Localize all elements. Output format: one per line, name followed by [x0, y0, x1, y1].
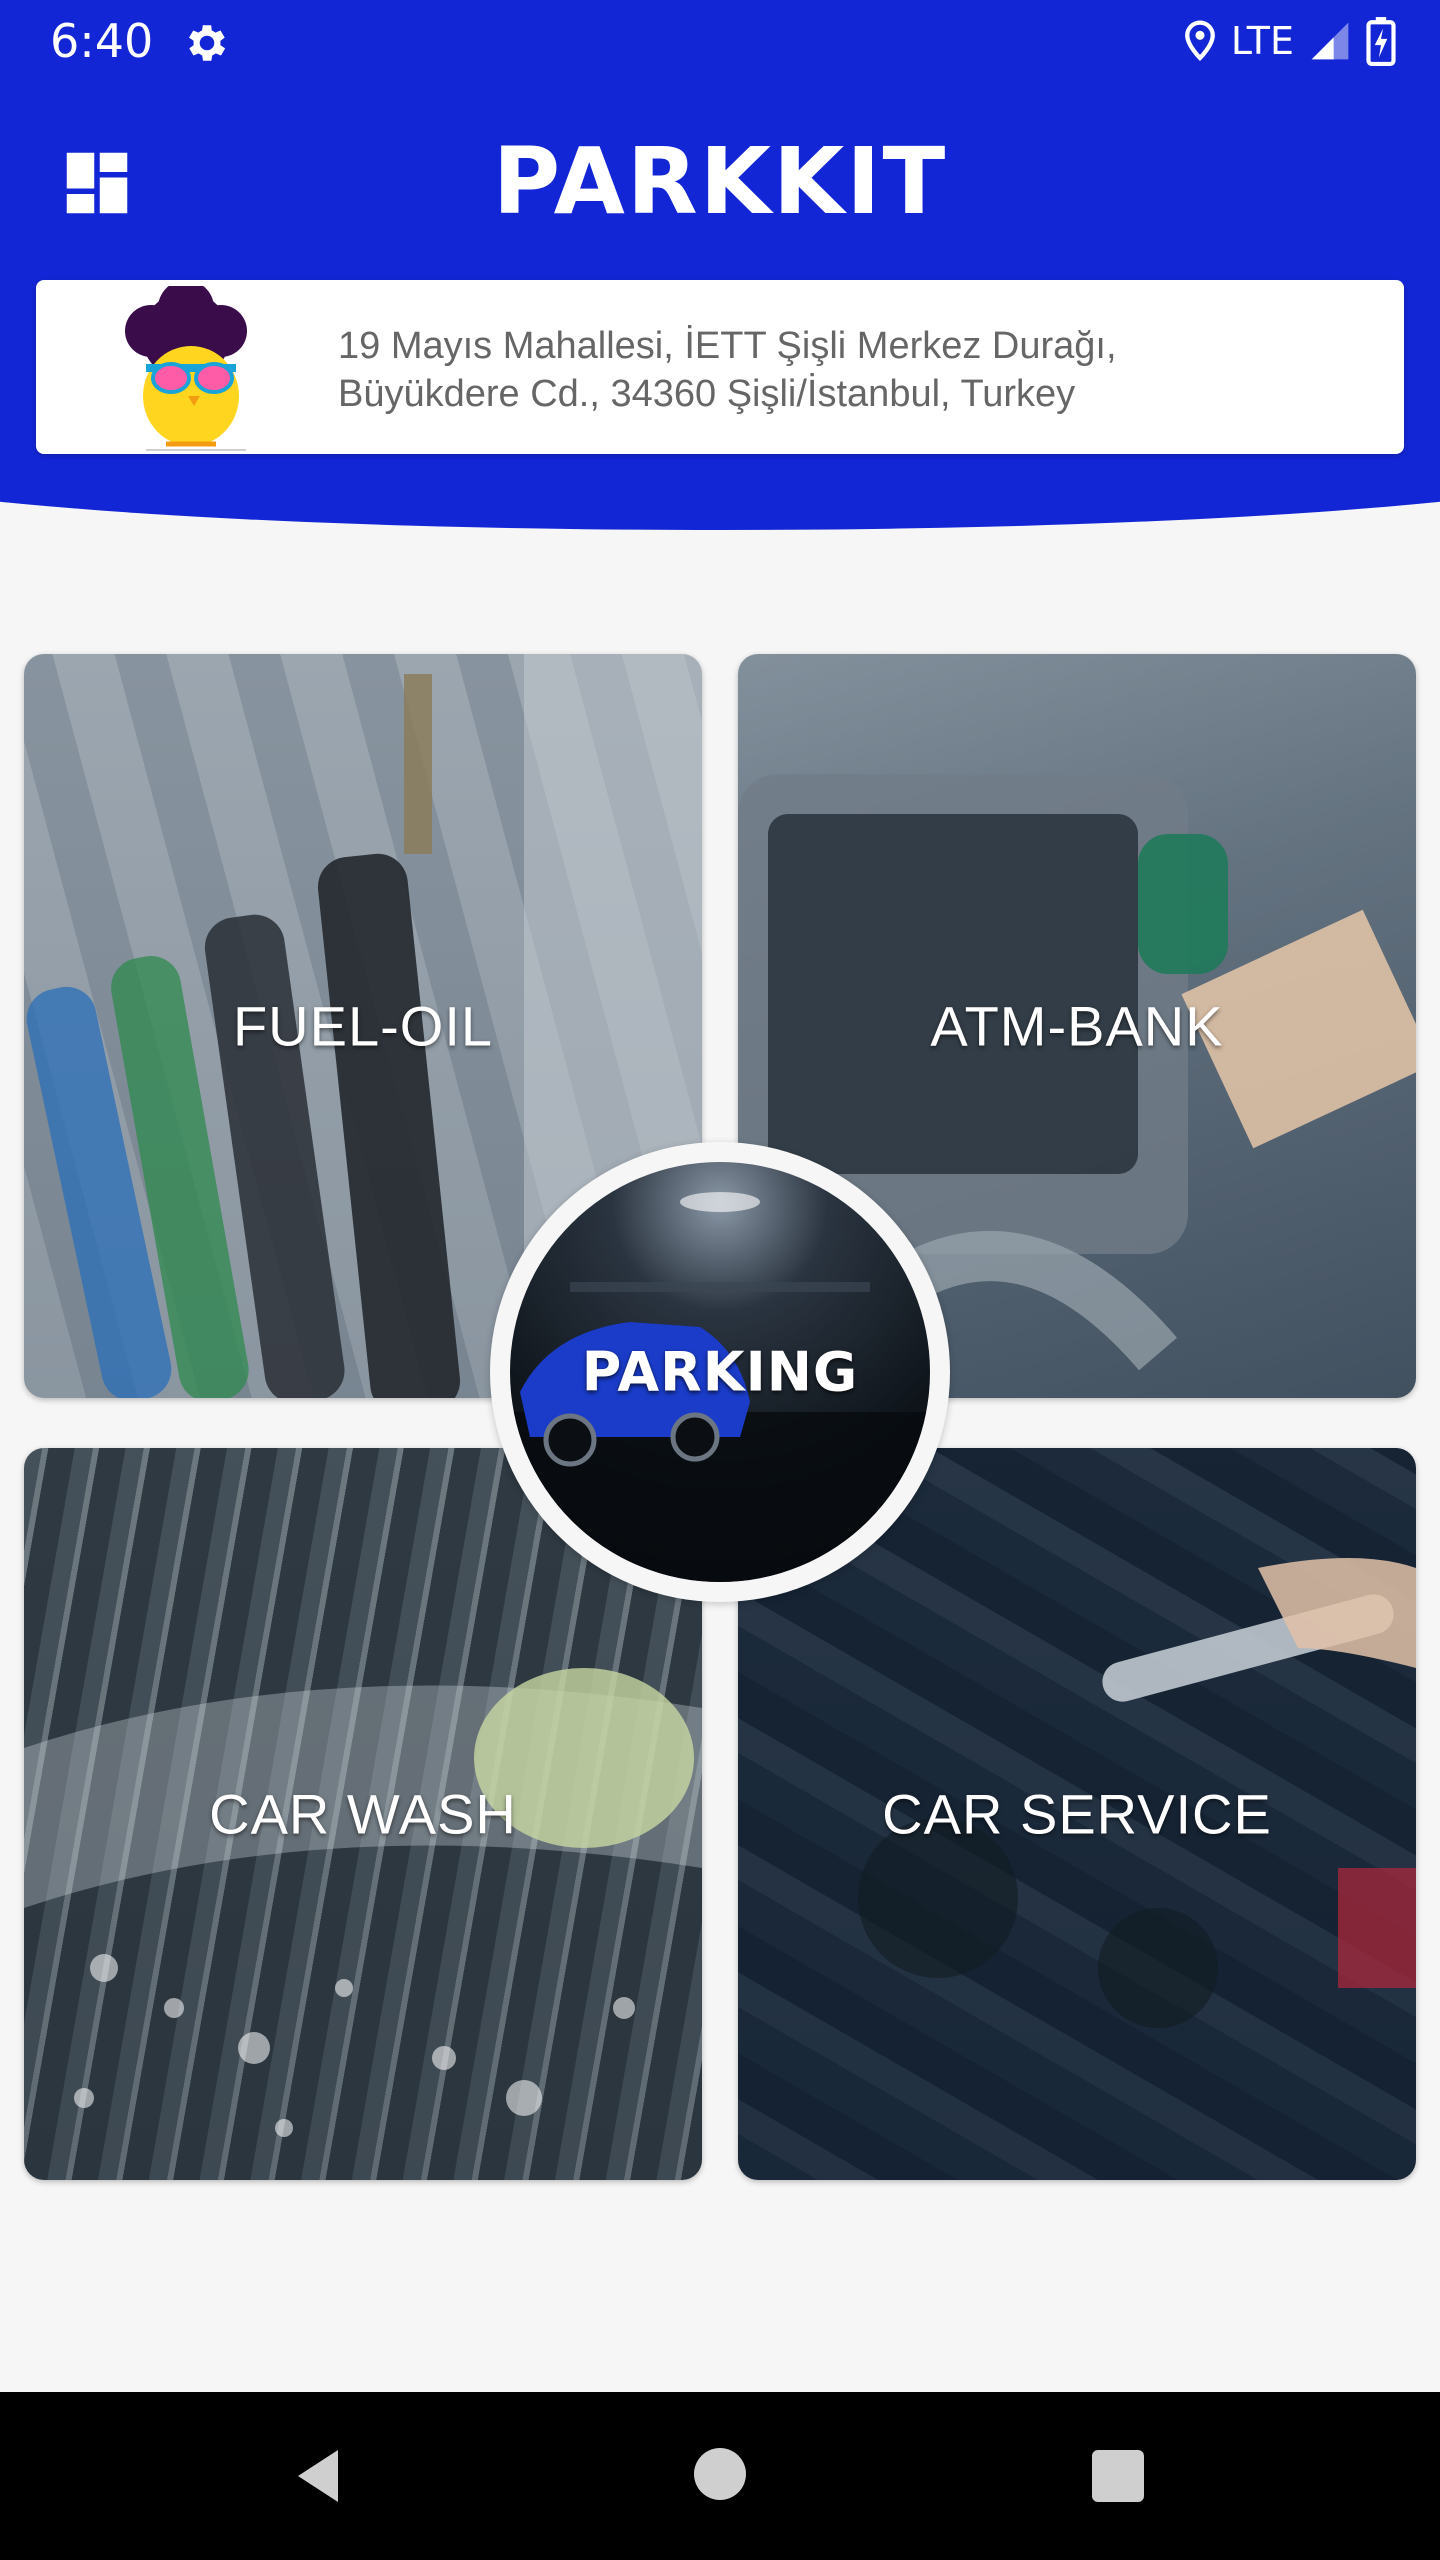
status-time: 6:40: [50, 14, 154, 68]
tile-fuel-oil-label: FUEL-OIL: [232, 994, 494, 1058]
location-pin-icon: [1184, 20, 1215, 62]
tile-car-service-label: CAR SERVICE: [882, 1782, 1272, 1846]
address-text: 19 Mayıs Mahallesi, İETT Şişli Merkez Du…: [338, 322, 1358, 418]
tile-car-wash-label: CAR WASH: [209, 1782, 517, 1846]
battery-charging-icon: [1366, 17, 1396, 66]
parking-button[interactable]: PARKING: [490, 1142, 950, 1602]
recent-apps-square-icon[interactable]: [1092, 2450, 1144, 2502]
parking-image: PARKING: [510, 1162, 930, 1582]
home-screen: 6:40 LTE PARKKIT 19 Mayıs Mahallesi, İET…: [0, 0, 1440, 2560]
home-circle-icon[interactable]: [694, 2448, 746, 2500]
status-bar: 6:40 LTE: [0, 0, 1440, 84]
back-triangle-icon[interactable]: [290, 2446, 350, 2506]
avatar: [125, 286, 247, 451]
system-nav-bar: [0, 2392, 1440, 2560]
address-line-1: 19 Mayıs Mahallesi, İETT Şişli Merkez Du…: [338, 325, 1117, 367]
app-title: PARKKIT: [492, 128, 948, 235]
signal-icon: [1311, 22, 1349, 60]
address-card[interactable]: 19 Mayıs Mahallesi, İETT Şişli Merkez Du…: [36, 280, 1404, 454]
status-right-group: LTE: [1183, 16, 1396, 66]
parking-label: PARKING: [581, 1340, 859, 1404]
address-line-2: Büyükdere Cd., 34360 Şişli/İstanbul, Tur…: [338, 373, 1076, 415]
tile-atm-bank-label: ATM-BANK: [930, 994, 1224, 1058]
gear-icon: [189, 25, 226, 61]
network-type: LTE: [1230, 19, 1294, 63]
